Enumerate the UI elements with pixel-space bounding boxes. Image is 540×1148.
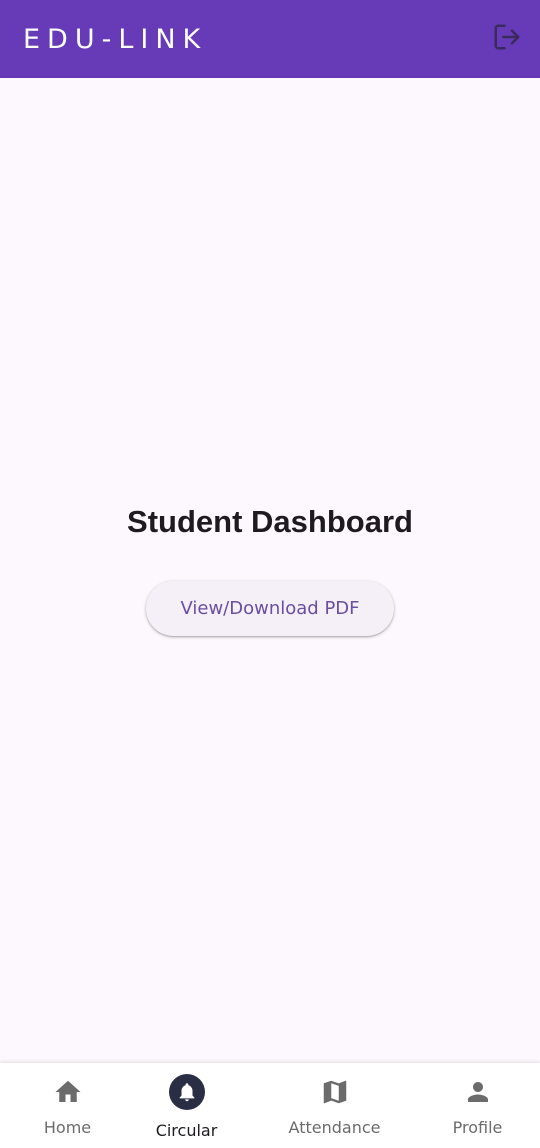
nav-item-home[interactable]: Home: [0, 1063, 135, 1148]
bell-icon: [168, 1074, 205, 1110]
map-icon: [317, 1074, 353, 1110]
main-content: Student Dashboard View/Download PDF: [0, 78, 540, 1063]
logout-button[interactable]: [490, 22, 524, 56]
bottom-navigation: Home Circular Attendance Profile: [0, 1063, 540, 1148]
app-bar: EDU-LINK: [0, 0, 540, 78]
nav-label-home: Home: [43, 1118, 92, 1137]
app-title: EDU-LINK: [23, 24, 208, 55]
nav-item-attendance[interactable]: Attendance: [267, 1063, 402, 1148]
person-icon: [460, 1074, 496, 1110]
page-title: Student Dashboard: [127, 504, 413, 539]
view-download-pdf-button[interactable]: View/Download PDF: [146, 581, 394, 636]
nav-label-profile: Profile: [452, 1118, 503, 1137]
nav-item-circular[interactable]: Circular: [119, 1063, 254, 1148]
nav-item-profile[interactable]: Profile: [410, 1063, 540, 1148]
nav-label-circular: Circular: [155, 1121, 218, 1140]
nav-label-attendance: Attendance: [288, 1118, 381, 1137]
logout-icon: [492, 22, 522, 57]
home-icon: [50, 1074, 86, 1110]
